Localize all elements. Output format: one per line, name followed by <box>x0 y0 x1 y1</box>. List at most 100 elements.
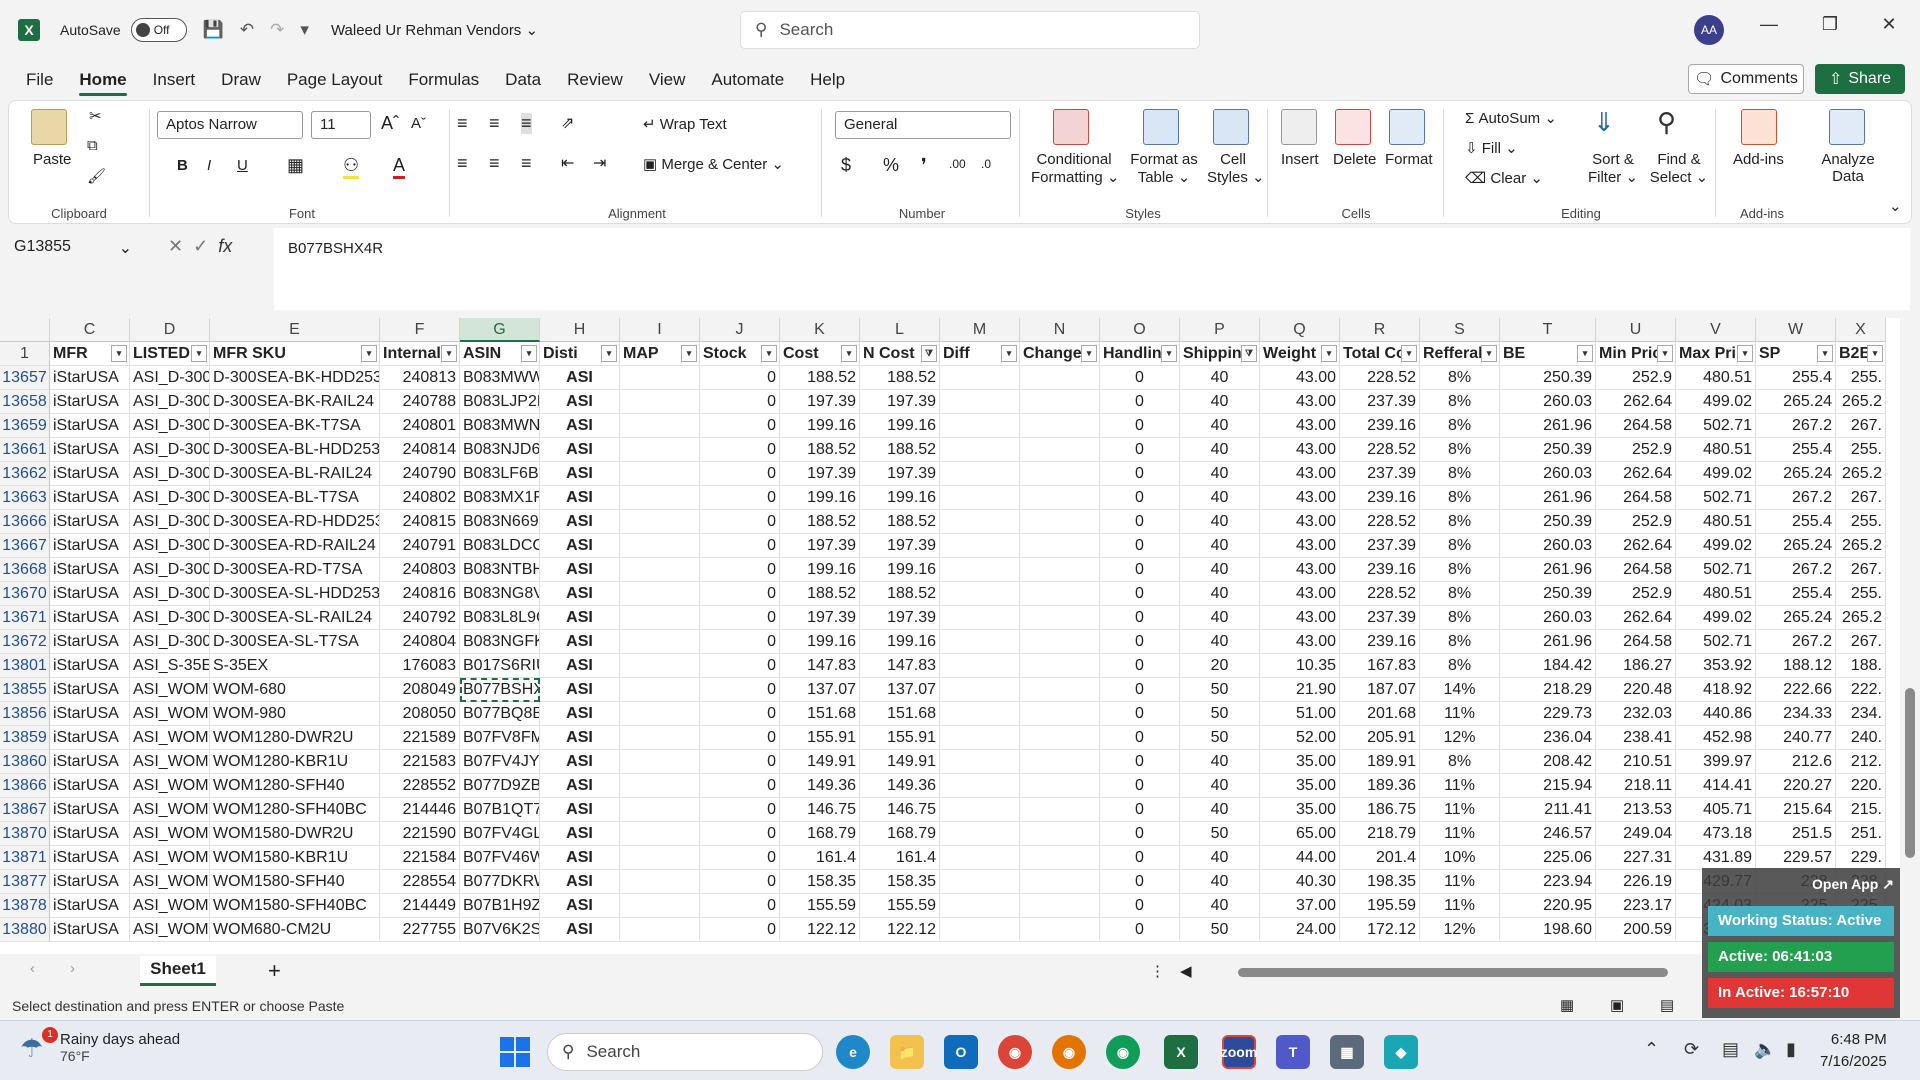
user-avatar[interactable]: AA <box>1694 15 1724 45</box>
close-icon[interactable]: ✕ <box>1874 14 1904 35</box>
menu-formulas[interactable]: Formulas <box>408 62 479 98</box>
table-cell[interactable]: 264.58 <box>1596 630 1676 654</box>
column-title-cell[interactable]: Max Pri ▾ <box>1676 342 1756 366</box>
table-cell[interactable]: D-300SEA-SL-RAIL24 <box>210 606 380 630</box>
table-cell[interactable]: ASI <box>540 678 620 702</box>
table-cell[interactable]: 199.16 <box>860 630 940 654</box>
table-cell[interactable]: 240814 <box>380 438 460 462</box>
table-cell[interactable]: 240804 <box>380 630 460 654</box>
table-cell[interactable]: 168.79 <box>780 822 860 846</box>
table-cell[interactable]: 215.64 <box>1756 798 1836 822</box>
table-cell[interactable]: 265.24 <box>1756 390 1836 414</box>
format-as-table-icon[interactable] <box>1143 109 1179 145</box>
table-cell[interactable]: 431.89 <box>1676 846 1756 870</box>
table-cell[interactable]: 149.36 <box>780 774 860 798</box>
table-cell[interactable]: 8% <box>1420 486 1500 510</box>
table-cell[interactable]: 199.16 <box>780 558 860 582</box>
table-cell[interactable]: WOM-980 <box>210 702 380 726</box>
table-cell[interactable]: 267.2 <box>1756 630 1836 654</box>
table-cell[interactable]: iStarUSA <box>50 750 130 774</box>
menu-page-layout[interactable]: Page Layout <box>287 62 382 98</box>
table-cell[interactable]: 0 <box>1100 414 1180 438</box>
table-cell[interactable]: 250.39 <box>1500 582 1596 606</box>
table-cell[interactable]: 44.00 <box>1260 846 1340 870</box>
table-cell[interactable]: iStarUSA <box>50 870 130 894</box>
table-cell[interactable]: 221584 <box>380 846 460 870</box>
table-cell[interactable]: B083LF6B <box>460 462 540 486</box>
column-header-h[interactable]: H <box>540 318 620 342</box>
table-cell[interactable]: 229. <box>1836 846 1886 870</box>
table-cell[interactable]: 151.68 <box>780 702 860 726</box>
table-cell[interactable] <box>940 510 1020 534</box>
table-cell[interactable] <box>620 894 700 918</box>
table-cell[interactable]: B083NTBH <box>460 558 540 582</box>
table-cell[interactable]: 197.39 <box>860 606 940 630</box>
table-cell[interactable]: ASI <box>540 894 620 918</box>
sheet-tab-sheet1[interactable]: Sheet1 <box>140 956 216 986</box>
table-cell[interactable]: 199.16 <box>860 414 940 438</box>
table-cell[interactable]: B077D9ZB <box>460 774 540 798</box>
table-cell[interactable]: WOM1280-SFH40 <box>210 774 380 798</box>
table-cell[interactable]: 499.02 <box>1676 390 1756 414</box>
table-cell[interactable]: 43.00 <box>1260 630 1340 654</box>
table-cell[interactable]: 50 <box>1180 726 1260 750</box>
table-cell[interactable] <box>940 918 1020 942</box>
column-title-cell[interactable]: Cost ▾ <box>780 342 860 366</box>
row-number[interactable]: 13668 <box>0 558 50 582</box>
table-cell[interactable]: 8% <box>1420 654 1500 678</box>
table-cell[interactable]: 186.75 <box>1340 798 1420 822</box>
table-cell[interactable]: ASI_D-300 <box>130 558 210 582</box>
table-cell[interactable]: 161.4 <box>860 846 940 870</box>
table-cell[interactable]: 197.39 <box>780 606 860 630</box>
copy-icon[interactable]: ⧉ <box>87 137 98 154</box>
table-cell[interactable]: 440.86 <box>1676 702 1756 726</box>
table-cell[interactable] <box>1020 558 1100 582</box>
table-cell[interactable]: 12% <box>1420 726 1500 750</box>
table-cell[interactable]: 188.52 <box>780 510 860 534</box>
scroll-left-icon[interactable]: ◀ <box>1180 962 1192 980</box>
column-header-t[interactable]: T <box>1500 318 1596 342</box>
row-number[interactable]: 13859 <box>0 726 50 750</box>
table-cell[interactable]: 222. <box>1836 678 1886 702</box>
table-cell[interactable]: 197.39 <box>780 534 860 558</box>
column-title-cell[interactable]: Diff ▾ <box>940 342 1020 366</box>
table-cell[interactable]: 189.91 <box>1340 750 1420 774</box>
table-cell[interactable]: 0 <box>700 390 780 414</box>
table-cell[interactable]: 240802 <box>380 486 460 510</box>
table-cell[interactable]: 0 <box>700 798 780 822</box>
table-cell[interactable]: 122.12 <box>780 918 860 942</box>
collapse-ribbon-icon[interactable]: ⌄ <box>1889 197 1902 215</box>
table-cell[interactable]: iStarUSA <box>50 774 130 798</box>
column-title-cell[interactable]: Disti ▾ <box>540 342 620 366</box>
table-cell[interactable]: 8% <box>1420 606 1500 630</box>
table-cell[interactable] <box>1020 606 1100 630</box>
row-number[interactable]: 13855 <box>0 678 50 702</box>
table-cell[interactable]: ASI_D-300 <box>130 366 210 390</box>
table-cell[interactable]: 214449 <box>380 894 460 918</box>
table-cell[interactable]: ASI <box>540 630 620 654</box>
table-cell[interactable]: 240803 <box>380 558 460 582</box>
row-number[interactable]: 13657 <box>0 366 50 390</box>
table-cell[interactable]: WOM1580-KBR1U <box>210 846 380 870</box>
cancel-entry-icon[interactable]: ✕ <box>168 236 183 256</box>
paste-icon[interactable] <box>31 109 67 145</box>
vertical-scrollbar-thumb[interactable] <box>1905 688 1915 858</box>
table-cell[interactable] <box>940 486 1020 510</box>
table-cell[interactable]: 267. <box>1836 414 1886 438</box>
table-cell[interactable]: 40 <box>1180 414 1260 438</box>
vertical-scrollbar[interactable] <box>1900 318 1920 954</box>
borders-icon[interactable]: ▦ <box>287 155 304 176</box>
column-header-f[interactable]: F <box>380 318 460 342</box>
table-cell[interactable] <box>940 438 1020 462</box>
clear-button[interactable]: ⌫ Clear ⌄ <box>1465 169 1543 187</box>
table-cell[interactable]: 188.52 <box>860 438 940 462</box>
table-cell[interactable]: 147.83 <box>860 654 940 678</box>
table-cell[interactable]: 151.68 <box>860 702 940 726</box>
table-cell[interactable] <box>1020 678 1100 702</box>
table-cell[interactable]: 264.58 <box>1596 558 1676 582</box>
table-cell[interactable]: 155.59 <box>860 894 940 918</box>
table-cell[interactable]: 211.41 <box>1500 798 1596 822</box>
table-cell[interactable]: 8% <box>1420 558 1500 582</box>
column-title-cell[interactable]: Min Pric ▾ <box>1596 342 1676 366</box>
column-title-cell[interactable]: ASIN ▾ <box>460 342 540 366</box>
